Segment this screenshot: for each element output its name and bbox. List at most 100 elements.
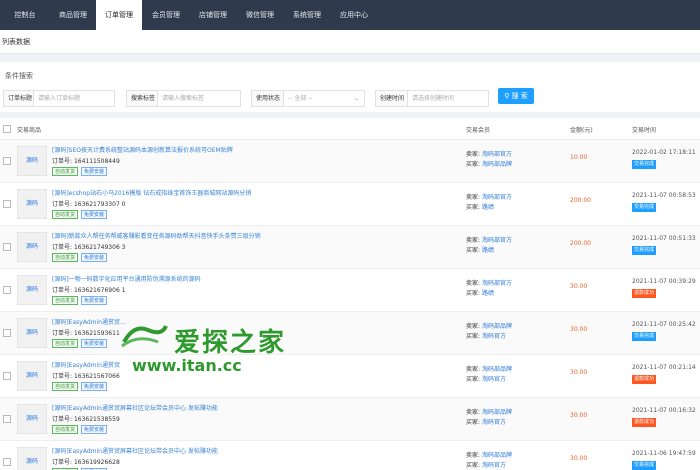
product-thumbnail[interactable]: 源码 <box>17 275 47 305</box>
product-title-link[interactable]: [源码]一物一码数字化应用平台通用防伪溯源系统的源码 <box>52 274 201 283</box>
order-number: 订单号: 163621676906 1 <box>52 285 126 294</box>
table-row[interactable]: 源码 [源码]SEO按天计费系统整站源码本源创新算法报价系统可OEM贴牌 订单号: … <box>0 140 700 183</box>
product-thumbnail[interactable]: 源码 <box>17 189 47 219</box>
trade-time: 2021-11-07 00:16:32 <box>632 407 696 414</box>
status-select-value: -- 全部 -- <box>288 95 313 102</box>
table-row[interactable]: 源码 [源码]ecshop站石小马2016模版 钻石戒指珠宝首饰王器商城网站源码分… <box>0 183 700 226</box>
buyer-label: 买家: <box>466 204 481 211</box>
tag-group: 自动发货免费安装 <box>52 253 108 262</box>
product-title-link[interactable]: [源码]EasyAdmin通赏贸屏幕社区论坛带会员中心 发帖赚功能 <box>52 446 218 455</box>
row-checkbox[interactable] <box>3 157 11 165</box>
watermark: 爱探之家 www.itan.cc <box>90 318 380 386</box>
trade-time: 2021-11-07 00:51:33 <box>632 235 696 242</box>
page-title: 列表数据 <box>2 38 30 46</box>
search-button[interactable]: ⚲ 搜 索 <box>498 88 534 104</box>
nav-item-4[interactable]: 店铺管理 <box>190 0 236 30</box>
trade-time: 2021-11-07 00:58:53 <box>632 192 696 199</box>
product-title-link[interactable]: [源码]ecshop站石小马2016模版 钻石戒指珠宝首饰王器商城网站源码分销 <box>52 188 251 197</box>
row-checkbox[interactable] <box>3 286 11 294</box>
tag-free-install: 免费安装 <box>81 296 108 305</box>
buyer-link[interactable]: 路绩 <box>482 247 494 254</box>
order-number-label: 订单号: <box>52 244 73 251</box>
product-title-link[interactable]: [源码]EasyAdmin通赏贸屏幕社区论坛带会员中心 发帖赚功能 <box>52 403 218 412</box>
order-title-input[interactable]: 请输入订单标题 <box>33 90 115 107</box>
created-time-input[interactable]: 请选择创建时间 <box>407 90 489 107</box>
seller-link[interactable]: 淘码部品牌 <box>482 323 512 330</box>
table-row[interactable]: 源码 [源码]EasyAdmin通赏贸屏幕社区论坛带会员中心 发帖赚功能 订单号: … <box>0 398 700 441</box>
nav-item-7[interactable]: 应用中心 <box>330 0 378 30</box>
th-amount: 金额(元) <box>570 127 593 134</box>
product-thumbnail[interactable]: 源码 <box>17 232 47 262</box>
table-row[interactable]: 源码 [源码]EasyAdmin通赏贸屏幕社区论坛带会员中心 发帖赚功能 订单号: … <box>0 441 700 470</box>
trade-members: 卖家: 淘码部品牌 买家: 淘码官方 <box>466 365 512 385</box>
amount: 30.00 <box>570 455 588 462</box>
nav-item-0[interactable]: 控制台 <box>0 0 50 30</box>
nav-item-2[interactable]: 订单管理 <box>96 0 142 30</box>
order-number-label: 订单号: <box>52 416 73 423</box>
product-title-link[interactable]: [源码]SEO按天计费系统整站源码本源创新算法报价系统可OEM贴牌 <box>52 145 233 154</box>
status-select[interactable]: -- 全部 -- ⌄ <box>283 90 365 107</box>
search-icon: ⚲ <box>504 92 512 100</box>
buyer-link[interactable]: 路绩 <box>482 290 494 297</box>
buyer-link[interactable]: 淘码部品牌 <box>482 161 512 168</box>
status-label: 使用状态 <box>251 90 286 107</box>
product-thumbnail[interactable]: 源码 <box>17 447 47 470</box>
row-checkbox[interactable] <box>3 372 11 380</box>
amount: 30.00 <box>570 283 588 290</box>
buyer-link[interactable]: 淘码官方 <box>482 419 506 426</box>
row-checkbox[interactable] <box>3 243 11 251</box>
order-number-label: 订单号: <box>52 201 73 208</box>
order-number: 订单号: 163621538559 <box>52 414 120 423</box>
buyer-link[interactable]: 路绩 <box>482 204 494 211</box>
seller-label: 卖家: <box>466 452 481 459</box>
product-thumbnail[interactable]: 源码 <box>17 404 47 434</box>
order-title-label: 订单标题 <box>3 90 38 107</box>
trade-time: 2021-11-07 00:39:29 <box>632 278 696 285</box>
page-header: 列表数据 <box>0 30 700 54</box>
trade-members: 卖家: 淘码部官方 买家: 路绩 <box>466 279 512 299</box>
seller-link[interactable]: 淘码部官方 <box>482 237 512 244</box>
buyer-link[interactable]: 淘码官方 <box>482 333 506 340</box>
row-checkbox[interactable] <box>3 415 11 423</box>
trade-time: 2022-01-02 17:18:11 <box>632 149 696 156</box>
row-checkbox[interactable] <box>3 329 11 337</box>
trade-time: 2021-11-07 00:25:42 <box>632 321 696 328</box>
amount: 200.00 <box>570 197 591 204</box>
order-number-value: 164111508449 <box>73 158 120 165</box>
status-badge: 退款成功 <box>632 289 657 298</box>
table-row[interactable]: 源码 [源码]一物一码数字化应用平台通用防伪溯源系统的源码 订单号: 1636216… <box>0 269 700 312</box>
trade-members: 卖家: 淘码部官方 买家: 路绩 <box>466 193 512 213</box>
trade-members: 卖家: 淘码部品牌 买家: 淘码官方 <box>466 451 512 470</box>
watermark-en: www.itan.cc <box>132 356 242 375</box>
seller-link[interactable]: 淘码部品牌 <box>482 409 512 416</box>
seller-label: 卖家: <box>466 151 481 158</box>
product-title-link[interactable]: [源码]新款众人帮任务帮威客赚影看变任务源码助帮天抖音快手头条赞三级分销 <box>52 231 261 240</box>
table-header: 交易商品 交易会员 金额(元) 交易时间 <box>0 118 700 140</box>
product-thumbnail[interactable]: 源码 <box>17 361 47 391</box>
search-tag-input[interactable]: 请输入搜索标签 <box>157 90 241 107</box>
seller-link[interactable]: 淘码部官方 <box>482 280 512 287</box>
buyer-link[interactable]: 淘码官方 <box>482 462 506 469</box>
buyer-link[interactable]: 淘码官方 <box>482 376 506 383</box>
seller-link[interactable]: 淘码部品牌 <box>482 366 512 373</box>
tag-group: 自动发货免费安装 <box>52 210 108 219</box>
nav-item-1[interactable]: 商品管理 <box>50 0 96 30</box>
product-thumbnail[interactable]: 源码 <box>17 318 47 348</box>
select-all-checkbox[interactable] <box>3 125 11 133</box>
seller-label: 卖家: <box>466 366 481 373</box>
nav-item-6[interactable]: 系统管理 <box>284 0 330 30</box>
nav-item-3[interactable]: 会员管理 <box>142 0 190 30</box>
product-thumbnail[interactable]: 源码 <box>17 146 47 176</box>
order-number-value: 163619926628 <box>73 459 120 466</box>
tag-auto-delivery: 自动发货 <box>52 253 79 262</box>
seller-link[interactable]: 淘码部品牌 <box>482 452 512 459</box>
seller-link[interactable]: 淘码部官方 <box>482 194 512 201</box>
trade-members: 卖家: 淘码部官方 买家: 淘码部品牌 <box>466 150 512 170</box>
seller-label: 卖家: <box>466 280 481 287</box>
row-checkbox[interactable] <box>3 458 11 466</box>
row-checkbox[interactable] <box>3 200 11 208</box>
seller-link[interactable]: 淘码部官方 <box>482 151 512 158</box>
nav-item-5[interactable]: 微信管理 <box>236 0 284 30</box>
created-time-label: 创建时间 <box>375 90 410 107</box>
table-row[interactable]: 源码 [源码]新款众人帮任务帮威客赚影看变任务源码助帮天抖音快手头条赞三级分销 订单… <box>0 226 700 269</box>
